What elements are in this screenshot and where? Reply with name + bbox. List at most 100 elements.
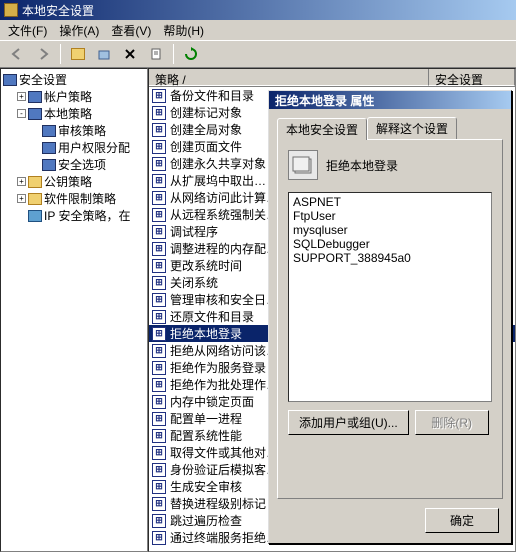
policy-item-icon: ⊞ [152, 174, 166, 188]
tree-node[interactable]: +帐户策略 [3, 88, 145, 105]
expander-icon[interactable]: + [17, 92, 26, 101]
folder-icon [71, 48, 85, 60]
tab-explain[interactable]: 解释这个设置 [367, 117, 457, 139]
list-item-label: 管理审核和安全日… [170, 291, 278, 308]
list-item-label: 配置系统性能 [170, 427, 242, 444]
user-listbox[interactable]: ASPNETFtpUsermysqluserSQLDebuggerSUPPORT… [288, 192, 492, 402]
window-titlebar: 本地安全设置 [0, 0, 516, 20]
tree-node[interactable]: + 软件限制策略 [3, 190, 145, 207]
list-item-label: 拒绝作为批处理作… [170, 376, 278, 393]
book-icon [28, 108, 42, 120]
policy-item-icon: ⊞ [152, 463, 166, 477]
user-entry[interactable]: SQLDebugger [293, 237, 487, 251]
tab-panel: 拒绝本地登录 ASPNETFtpUsermysqluserSQLDebugger… [277, 139, 503, 499]
list-item-label: 跳过遍历检查 [170, 512, 242, 529]
tree-pane[interactable]: 安全设置 +帐户策略 - 本地策略审核策略用户权限分配安全选项 + 公钥策略 + 软件限制策… [0, 68, 148, 552]
add-user-button[interactable]: 添加用户或组(U)... [288, 410, 409, 435]
list-item-label: 创建页面文件 [170, 138, 242, 155]
policy-item-icon: ⊞ [152, 208, 166, 222]
expander-icon[interactable]: + [17, 194, 26, 203]
col-setting[interactable]: 安全设置 [429, 69, 515, 86]
policy-item-icon: ⊞ [152, 293, 166, 307]
tree-node[interactable]: 用户权限分配 [3, 139, 145, 156]
tree-label: 软件限制策略 [44, 190, 116, 207]
list-item-label: 配置单一进程 [170, 410, 242, 427]
refresh-button[interactable] [180, 43, 202, 65]
policy-item-icon: ⊞ [152, 276, 166, 290]
list-item-label: 替换进程级别标记 [170, 495, 266, 512]
list-item-label: 创建标记对象 [170, 104, 242, 121]
list-item-label: 从网络访问此计算… [170, 189, 278, 206]
properties-button[interactable] [145, 43, 167, 65]
menu-view[interactable]: 查看(V) [111, 22, 151, 39]
user-entry[interactable]: ASPNET [293, 195, 487, 209]
book-icon [42, 159, 56, 171]
toolbar [0, 40, 516, 68]
policy-item-icon: ⊞ [152, 361, 166, 375]
export-button[interactable] [93, 43, 115, 65]
policy-item-icon: ⊞ [152, 140, 166, 154]
tree-label: 用户权限分配 [58, 139, 130, 156]
expander-icon[interactable]: - [17, 109, 26, 118]
expander-icon[interactable]: + [17, 177, 26, 186]
tree-label: 本地策略 [44, 105, 92, 122]
tree-node[interactable]: + 公钥策略 [3, 173, 145, 190]
policy-item-icon: ⊞ [152, 412, 166, 426]
tree-node[interactable]: 审核策略 [3, 122, 145, 139]
list-item-label: 身份验证后模拟客… [170, 461, 278, 478]
menu-help[interactable]: 帮助(H) [163, 22, 204, 39]
list-item-label: 关闭系统 [170, 274, 218, 291]
policy-item-icon: ⊞ [152, 497, 166, 511]
list-item-label: 更改系统时间 [170, 257, 242, 274]
policy-item-icon: ⊞ [152, 514, 166, 528]
forward-button[interactable] [32, 43, 54, 65]
policy-item-icon: ⊞ [152, 446, 166, 460]
policy-item-icon: ⊞ [152, 378, 166, 392]
col-policy[interactable]: 策略 / [149, 69, 429, 86]
policy-item-icon: ⊞ [152, 310, 166, 324]
book-icon [28, 91, 42, 103]
list-item-label: 拒绝本地登录 [170, 325, 242, 342]
list-header: 策略 / 安全设置 [149, 69, 515, 87]
user-entry[interactable]: FtpUser [293, 209, 487, 223]
back-button[interactable] [6, 43, 28, 65]
list-item-label: 从扩展坞中取出… [170, 172, 266, 189]
tree-label: IP 安全策略，在 [44, 207, 130, 224]
tree-node[interactable]: 安全选项 [3, 156, 145, 173]
folder-button[interactable] [67, 43, 89, 65]
tree-root[interactable]: 安全设置 [3, 71, 145, 88]
policy-item-icon: ⊞ [152, 395, 166, 409]
policy-item-icon: ⊞ [152, 89, 166, 103]
list-item-label: 调试程序 [170, 223, 218, 240]
tree-node[interactable]: - 本地策略 [3, 105, 145, 122]
security-icon [3, 74, 17, 86]
delete-button[interactable] [119, 43, 141, 65]
policy-name: 拒绝本地登录 [326, 157, 398, 174]
user-entry[interactable]: mysqluser [293, 223, 487, 237]
policy-item-icon: ⊞ [152, 344, 166, 358]
tree-label: 公钥策略 [44, 173, 92, 190]
book-icon [42, 142, 56, 154]
policy-item-icon: ⊞ [152, 242, 166, 256]
menu-file[interactable]: 文件(F) [8, 22, 47, 39]
list-item-label: 拒绝作为服务登录 [170, 359, 266, 376]
list-item-label: 备份文件和目录 [170, 87, 254, 104]
ok-button[interactable]: 确定 [425, 508, 499, 533]
policy-item-icon: ⊞ [152, 259, 166, 273]
list-item-label: 还原文件和目录 [170, 308, 254, 325]
list-item-label: 创建永久共享对象 [170, 155, 266, 172]
tab-local-security[interactable]: 本地安全设置 [277, 118, 367, 140]
policy-item-icon: ⊞ [152, 191, 166, 205]
tree-label: 审核策略 [58, 122, 106, 139]
delete-button[interactable]: 删除(R) [415, 410, 489, 435]
user-entry[interactable]: SUPPORT_388945a0 [293, 251, 487, 265]
tree-label: 安全选项 [58, 156, 106, 173]
tree-node[interactable]: IP 安全策略，在 [3, 207, 145, 224]
policy-item-icon: ⊞ [152, 123, 166, 137]
policy-item-icon: ⊞ [152, 531, 166, 545]
menu-action[interactable]: 操作(A) [59, 22, 99, 39]
policy-item-icon: ⊞ [152, 327, 166, 341]
list-item-label: 从远程系统强制关… [170, 206, 278, 223]
tree-root-label: 安全设置 [19, 71, 67, 88]
dialog-tabs: 本地安全设置 解释这个设置 [277, 117, 503, 139]
